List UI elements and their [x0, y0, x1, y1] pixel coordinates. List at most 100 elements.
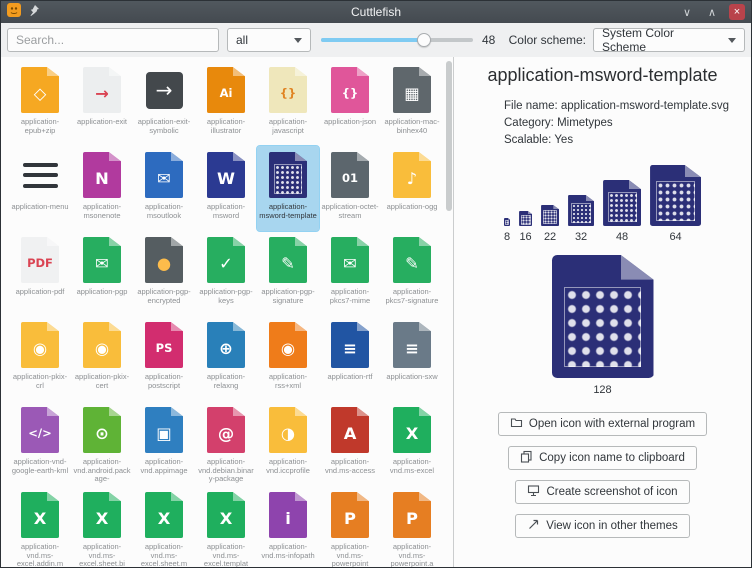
application-vnd.ms-excel.sheet.bi-icon: X: [83, 489, 121, 541]
application-rtf-icon: ≡: [331, 319, 369, 371]
field-scalable: Scalable: Yes: [504, 132, 729, 149]
icon-grid-item[interactable]: Wapplication-msword: [195, 146, 257, 231]
application-javascript-icon: {}: [269, 64, 307, 116]
icon-grid-label: application-rtf: [321, 373, 379, 382]
maximize-button[interactable]: ∧: [704, 4, 720, 20]
application-sxw-icon: ≡: [393, 319, 431, 371]
icon-grid-item[interactable]: Papplication-vnd.ms-powerpoint.a: [381, 486, 443, 568]
icon-grid-item[interactable]: ≡ application-rtf: [319, 316, 381, 401]
icon-grid-label: application-pgp: [73, 288, 131, 297]
scrollbar[interactable]: [445, 59, 453, 567]
application-vnd.android.package--icon: ⊙: [83, 404, 121, 456]
application-pkcs7-mime-icon: ✉: [331, 234, 369, 286]
size-slider[interactable]: [321, 28, 473, 52]
icon-grid-label: application-pdf: [11, 288, 69, 297]
icon-grid-item[interactable]: Napplication-msonenote: [71, 146, 133, 231]
application-json-icon: {}: [331, 64, 369, 116]
application-vnd.ms-powerpoint-icon: P: [331, 489, 369, 541]
icon-grid: ◇application-epub+zip→application-exit→a…: [1, 57, 453, 568]
icon-grid-item[interactable]: Xapplication-vnd.ms-excel.addin.m: [9, 486, 71, 568]
icon-grid-label: application-vnd.ms-excel: [383, 458, 441, 475]
icon-grid-item[interactable]: Aapplication-vnd.ms-access: [319, 401, 381, 486]
icon-grid-label: application-pgp-encrypted: [135, 288, 193, 305]
icon-grid-item[interactable]: ▣application-vnd.appimage: [133, 401, 195, 486]
titlebar[interactable]: Cuttlefish ∨ ∧ ×: [1, 1, 751, 23]
folder-open-icon: [510, 416, 523, 432]
minimize-button[interactable]: ∨: [679, 4, 695, 20]
icon-grid-item[interactable]: ✉application-msoutlook: [133, 146, 195, 231]
icon-grid-item[interactable]: PS application-postscript: [133, 316, 195, 401]
icon-grid-item[interactable]: Aiapplication-illustrator: [195, 61, 257, 146]
preview-size-label: 64: [669, 231, 681, 243]
icon-grid-item[interactable]: ▦application-mac-binhex40: [381, 61, 443, 146]
icon-grid-item[interactable]: ◉application-pkix-crl: [9, 316, 71, 401]
icon-grid-item[interactable]: ⊙application-vnd.android.package-: [71, 401, 133, 486]
icon-preview-48: 48: [603, 180, 641, 243]
icon-grid-item[interactable]: Xapplication-vnd.ms-excel: [381, 401, 443, 486]
icon-grid-label: application-postscript: [135, 373, 193, 390]
application-rss+xml-icon: ◉: [269, 319, 307, 371]
filter-dropdown[interactable]: all: [227, 28, 311, 52]
icon-grid-item[interactable]: Xapplication-vnd.ms-excel.sheet.bi: [71, 486, 133, 568]
view-themes-button[interactable]: View icon in other themes: [515, 514, 689, 538]
application-vnd.ms-excel.addin.m-icon: X: [21, 489, 59, 541]
icon-grid-label: application-vnd.ms-powerpoint: [321, 543, 379, 568]
icon-grid-item[interactable]: ✎application-pkcs7-signature: [381, 231, 443, 316]
icon-grid-item[interactable]: </>application-vnd-google-earth-kml: [9, 401, 71, 486]
application-vnd.ms-infopath-icon: i: [269, 489, 307, 541]
icon-grid-item[interactable]: PDFapplication-pdf: [9, 231, 71, 316]
chevron-down-icon: [294, 38, 302, 43]
search-input[interactable]: [7, 28, 219, 52]
icon-preview-16: 16: [519, 211, 532, 243]
open-external-button[interactable]: Open icon with external program: [498, 412, 707, 436]
icon-grid-item[interactable]: @application-vnd.debian.binary-package: [195, 401, 257, 486]
icon-grid-item[interactable]: ●application-pgp-encrypted: [133, 231, 195, 316]
icon-grid-item[interactable]: ✉application-pkcs7-mime: [319, 231, 381, 316]
icon-grid-item[interactable]: →application-exit-symbolic: [133, 61, 195, 146]
icon-preview-32: 32: [568, 195, 594, 243]
icon-grid-label: application-msonenote: [73, 203, 131, 220]
icon-grid-item[interactable]: {}application-javascript: [257, 61, 319, 146]
icon-grid-item[interactable]: i application-vnd.ms-infopath: [257, 486, 319, 568]
slider-track[interactable]: [321, 38, 473, 42]
icon-grid-item[interactable]: ◇application-epub+zip: [9, 61, 71, 146]
icon-grid-item[interactable]: ✓application-pgp-keys: [195, 231, 257, 316]
application-epub+zip-icon: ◇: [21, 64, 59, 116]
screenshot-icon: [527, 484, 540, 500]
icon-grid-label: application-vnd.ms-infopath: [259, 543, 317, 560]
icon-grid-label: application-json: [321, 118, 379, 127]
icon-grid-item[interactable]: ✉ application-pgp: [71, 231, 133, 316]
application-vnd.iccprofile-icon: ◑: [269, 404, 307, 456]
close-button[interactable]: ×: [729, 4, 745, 20]
application-postscript-icon: PS: [145, 319, 183, 371]
icon-grid-item[interactable]: application-msword-template: [257, 146, 319, 231]
icon-grid-item[interactable]: ✎application-pgp-signature: [257, 231, 319, 316]
icon-grid-item[interactable]: Papplication-vnd.ms-powerpoint: [319, 486, 381, 568]
icon-grid-item[interactable]: {} application-json: [319, 61, 381, 146]
icon-grid-label: application-vnd.appimage: [135, 458, 193, 475]
icon-grid-item[interactable]: ♪application-ogg: [381, 146, 443, 231]
icon-grid-item[interactable]: ⊕application-relaxng: [195, 316, 257, 401]
icon-grid-item[interactable]: ◉application-rss+xml: [257, 316, 319, 401]
slider-handle[interactable]: [417, 33, 431, 47]
icon-grid-item[interactable]: 01application-octet-stream: [319, 146, 381, 231]
icon-grid-label: application-sxw: [383, 373, 441, 382]
screenshot-button[interactable]: Create screenshot of icon: [515, 480, 689, 504]
icon-grid-item[interactable]: Xapplication-vnd.ms-excel.templat: [195, 486, 257, 568]
icon-grid-item[interactable]: ◑application-vnd.iccprofile: [257, 401, 319, 486]
icon-grid-item[interactable]: ≡ application-sxw: [381, 316, 443, 401]
icon-grid-item[interactable]: Xapplication-vnd.ms-excel.sheet.m: [133, 486, 195, 568]
pin-icon[interactable]: [28, 3, 40, 21]
icon-grid-label: application-ogg: [383, 203, 441, 212]
icon-grid-item[interactable]: ◉application-pkix-cert: [71, 316, 133, 401]
field-category: Category: Mimetypes: [504, 115, 729, 132]
application-pgp-icon: ✉: [83, 234, 121, 286]
icon-grid-label: application-relaxng: [197, 373, 255, 390]
scrollbar-thumb[interactable]: [446, 61, 452, 211]
application-menu-icon: [23, 149, 58, 201]
icon-grid-item[interactable]: →application-exit: [71, 61, 133, 146]
icon-grid-item[interactable]: application-menu: [9, 146, 71, 231]
copy-name-button[interactable]: Copy icon name to clipboard: [508, 446, 697, 470]
color-scheme-dropdown[interactable]: System Color Scheme: [593, 28, 745, 52]
application-msword-template-icon: [269, 149, 307, 201]
